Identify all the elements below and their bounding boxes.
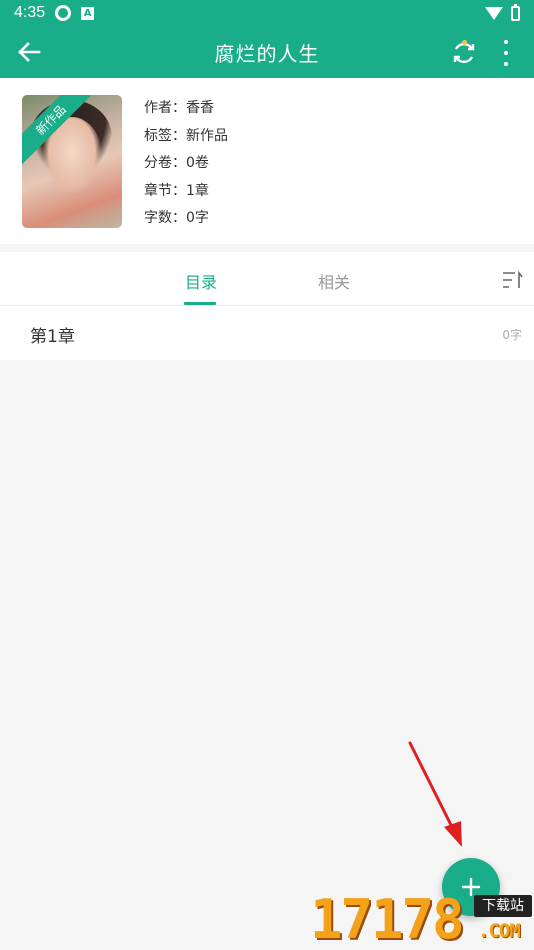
battery-icon xyxy=(511,3,520,21)
watermark-com: .COM xyxy=(478,920,521,942)
sync-badge-dot xyxy=(462,40,467,45)
tab-toc[interactable]: 目录 xyxy=(185,269,217,293)
watermark-digits: 17178 xyxy=(310,888,465,950)
status-bar: 4:35 A xyxy=(0,0,534,26)
sort-icon[interactable] xyxy=(501,270,523,290)
more-vert-icon[interactable] xyxy=(500,40,512,66)
status-time: 4:35 xyxy=(14,4,46,21)
tag-label: 标签：新作品 xyxy=(144,127,228,144)
tab-bar: 目录 相关 xyxy=(0,252,534,306)
words-label: 字数：0字 xyxy=(144,210,209,226)
chapter-title: 第1章 xyxy=(30,327,75,347)
book-info-card: 新作品 作者：香香 标签：新作品 分卷：0卷 章节：1章 字数：0字 xyxy=(0,78,534,244)
app-a-icon: A xyxy=(81,6,95,20)
wifi-icon xyxy=(485,6,503,20)
tab-indicator xyxy=(184,302,216,305)
pointer-arrow-annotation xyxy=(408,741,462,847)
list-item[interactable]: 第1章 0字 xyxy=(0,306,534,360)
watermark-badge: 下载站 xyxy=(474,895,532,917)
chapters-label: 章节：1章 xyxy=(144,182,209,199)
tab-related[interactable]: 相关 xyxy=(318,269,350,293)
gear-icon xyxy=(55,5,72,21)
toolbar: 腐烂的人生 xyxy=(0,26,534,78)
watermark-logo: 17178 下载站 .COM xyxy=(310,888,534,950)
chapter-word-count: 0字 xyxy=(502,328,522,342)
volumes-label: 分卷：0卷 xyxy=(144,155,209,171)
author-label: 作者：香香 xyxy=(144,100,214,116)
book-meta: 作者：香香 标签：新作品 分卷：0卷 章节：1章 字数：0字 xyxy=(144,95,228,233)
book-cover[interactable]: 新作品 xyxy=(22,95,122,228)
